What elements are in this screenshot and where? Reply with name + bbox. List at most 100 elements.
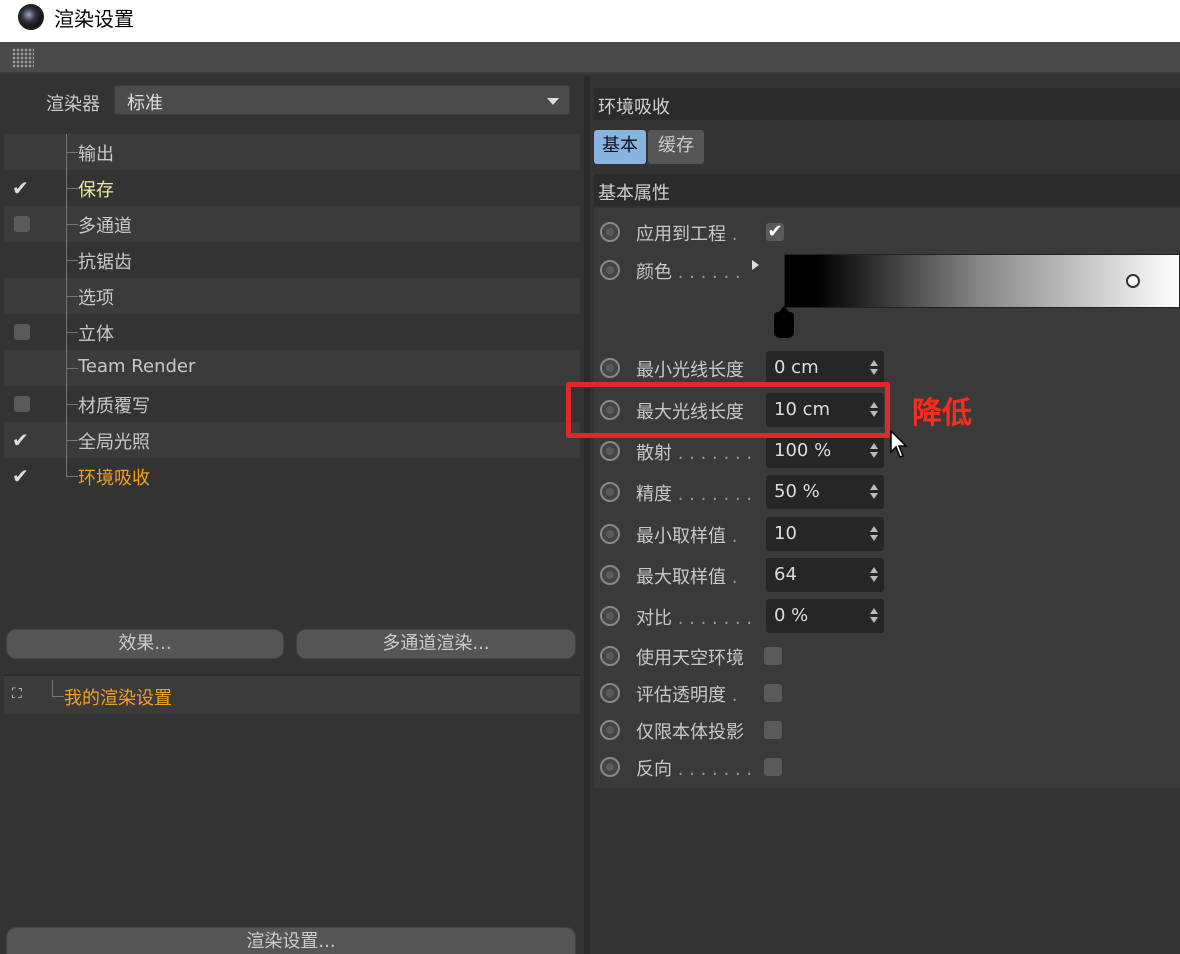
renderer-value: 标准 <box>127 93 163 114</box>
animate-radio-icon[interactable] <box>600 222 620 242</box>
tree-line <box>66 332 78 333</box>
number-input[interactable]: 50 % <box>766 475 884 509</box>
option-checkbox[interactable] <box>764 647 782 665</box>
option-checkbox[interactable] <box>764 684 782 702</box>
multipass-render-button[interactable]: 多通道渲染... <box>296 629 576 659</box>
checkmark-icon[interactable]: ✔ <box>12 178 32 198</box>
expand-triangle-icon[interactable] <box>752 260 759 270</box>
number-value: 10 <box>774 523 797 544</box>
option-checkbox[interactable] <box>764 721 782 739</box>
mouse-cursor-icon <box>890 430 908 458</box>
enable-checkbox[interactable] <box>14 324 30 340</box>
number-input[interactable]: 0 % <box>766 599 884 633</box>
number-input[interactable]: 100 % <box>766 434 884 468</box>
tree-line <box>66 296 78 297</box>
field-label: 精度 . . . . . . . <box>636 480 752 506</box>
preset-item-my-render-settings[interactable]: 我的渲染设置 <box>64 684 172 710</box>
animate-radio-icon[interactable] <box>600 441 620 461</box>
tree-item[interactable]: Team Render <box>4 350 580 386</box>
tree-item[interactable]: ✔ 保存 <box>4 170 580 206</box>
preset-list: ⛶ 我的渲染设置 <box>4 674 580 714</box>
tree-item[interactable]: ✔ 全局光照 <box>4 422 580 458</box>
animate-radio-icon[interactable] <box>600 482 620 502</box>
gradient-stop-marker[interactable] <box>774 306 794 338</box>
stepper-arrows-icon[interactable] <box>870 567 878 583</box>
number-value: 0 % <box>774 605 809 626</box>
animate-radio-icon[interactable] <box>600 358 620 378</box>
checkbox-label-text: 使用天空环境 <box>636 648 744 669</box>
stepper-arrows-icon[interactable] <box>870 608 878 624</box>
color-gradient[interactable] <box>784 254 1180 308</box>
field-label: 散射 . . . . . . . <box>636 439 752 465</box>
color-label: 颜色 . . . . . . <box>636 258 741 284</box>
window-titlebar: 渲染设置 <box>0 0 1180 42</box>
grip-handle-icon[interactable] <box>12 48 34 68</box>
field-label-text: 最大取样值 <box>636 567 726 588</box>
number-input[interactable]: 64 <box>766 558 884 592</box>
field-row: 最大取样值 . 64 <box>594 557 1180 593</box>
number-input[interactable]: 0 cm <box>766 351 884 385</box>
animate-radio-icon[interactable] <box>600 757 620 777</box>
label-dots: . . . . . . . <box>672 484 753 505</box>
panel-title: 环境吸收 <box>598 97 670 118</box>
field-row: 最小取样值 . 10 <box>594 516 1180 552</box>
checkbox-row: 仅限本体投影 <box>594 712 1180 748</box>
checkbox-label: 使用天空环境 <box>636 644 744 670</box>
render-settings-button[interactable]: 渲染设置... <box>6 927 576 954</box>
tree-line <box>66 458 67 477</box>
tree-item[interactable]: 材质覆写 <box>4 386 580 422</box>
label-dots: . . . . . . . <box>672 759 753 780</box>
field-label: 最小光线长度 <box>636 356 744 382</box>
field-label-text: 散射 <box>636 443 672 464</box>
tree-item-label: 保存 <box>78 180 114 201</box>
field-label: 最大取样值 . <box>636 563 737 589</box>
stepper-arrows-icon[interactable] <box>870 526 878 542</box>
annotation-text: 降低 <box>912 396 972 431</box>
color-text: 颜色 <box>636 262 672 283</box>
tree-item[interactable]: ✔ 环境吸收 <box>4 458 580 494</box>
gradient-knob[interactable] <box>1126 274 1140 288</box>
effects-button[interactable]: 效果... <box>6 629 284 659</box>
tree-item[interactable]: 选项 <box>4 278 580 314</box>
tree-item-label: 环境吸收 <box>78 468 150 489</box>
animate-radio-icon[interactable] <box>600 260 620 280</box>
stepper-arrows-icon[interactable] <box>870 443 878 459</box>
toolbar <box>0 42 1180 74</box>
animate-radio-icon[interactable] <box>600 720 620 740</box>
label-dots: . <box>726 685 738 706</box>
number-value: 100 % <box>774 440 832 461</box>
stepper-arrows-icon[interactable] <box>870 360 878 376</box>
enable-checkbox[interactable] <box>14 396 30 412</box>
field-label-text: 对比 <box>636 608 672 629</box>
chevron-down-icon <box>547 98 559 105</box>
tree-item-label: 材质覆写 <box>78 396 150 417</box>
panel-title-bar: 环境吸收 <box>594 88 1180 120</box>
checkmark-icon[interactable]: ✔ <box>12 430 32 450</box>
apply-to-project-checkbox[interactable]: ✔ <box>766 223 784 241</box>
label-dots: . . . . . . . <box>672 443 753 464</box>
tab-basic[interactable]: 基本 <box>594 130 646 164</box>
renderer-label: 渲染器 <box>46 94 100 115</box>
enable-checkbox[interactable] <box>14 216 30 232</box>
animate-radio-icon[interactable] <box>600 683 620 703</box>
tree-item[interactable]: 抗锯齿 <box>4 242 580 278</box>
settings-preset-icon: ⛶ <box>12 686 22 702</box>
tree-item[interactable]: 输出 <box>4 134 580 170</box>
number-input[interactable]: 10 <box>766 517 884 551</box>
checkmark-icon[interactable]: ✔ <box>12 466 32 486</box>
tab-cache[interactable]: 缓存 <box>648 130 704 164</box>
animate-radio-icon[interactable] <box>600 524 620 544</box>
field-row: 对比 . . . . . . . 0 % <box>594 598 1180 634</box>
tree-item[interactable]: 多通道 <box>4 206 580 242</box>
renderer-dropdown[interactable]: 标准 <box>114 85 570 115</box>
section-header: 基本属性 <box>594 174 1180 206</box>
tree-item[interactable]: 立体 <box>4 314 580 350</box>
stepper-arrows-icon[interactable] <box>870 484 878 500</box>
animate-radio-icon[interactable] <box>600 565 620 585</box>
field-row: 最小光线长度 0 cm <box>594 350 1180 386</box>
option-checkbox[interactable] <box>764 758 782 776</box>
field-row: 精度 . . . . . . . 50 % <box>594 474 1180 510</box>
animate-radio-icon[interactable] <box>600 646 620 666</box>
animate-radio-icon[interactable] <box>600 606 620 626</box>
field-label-text: 精度 <box>636 484 672 505</box>
